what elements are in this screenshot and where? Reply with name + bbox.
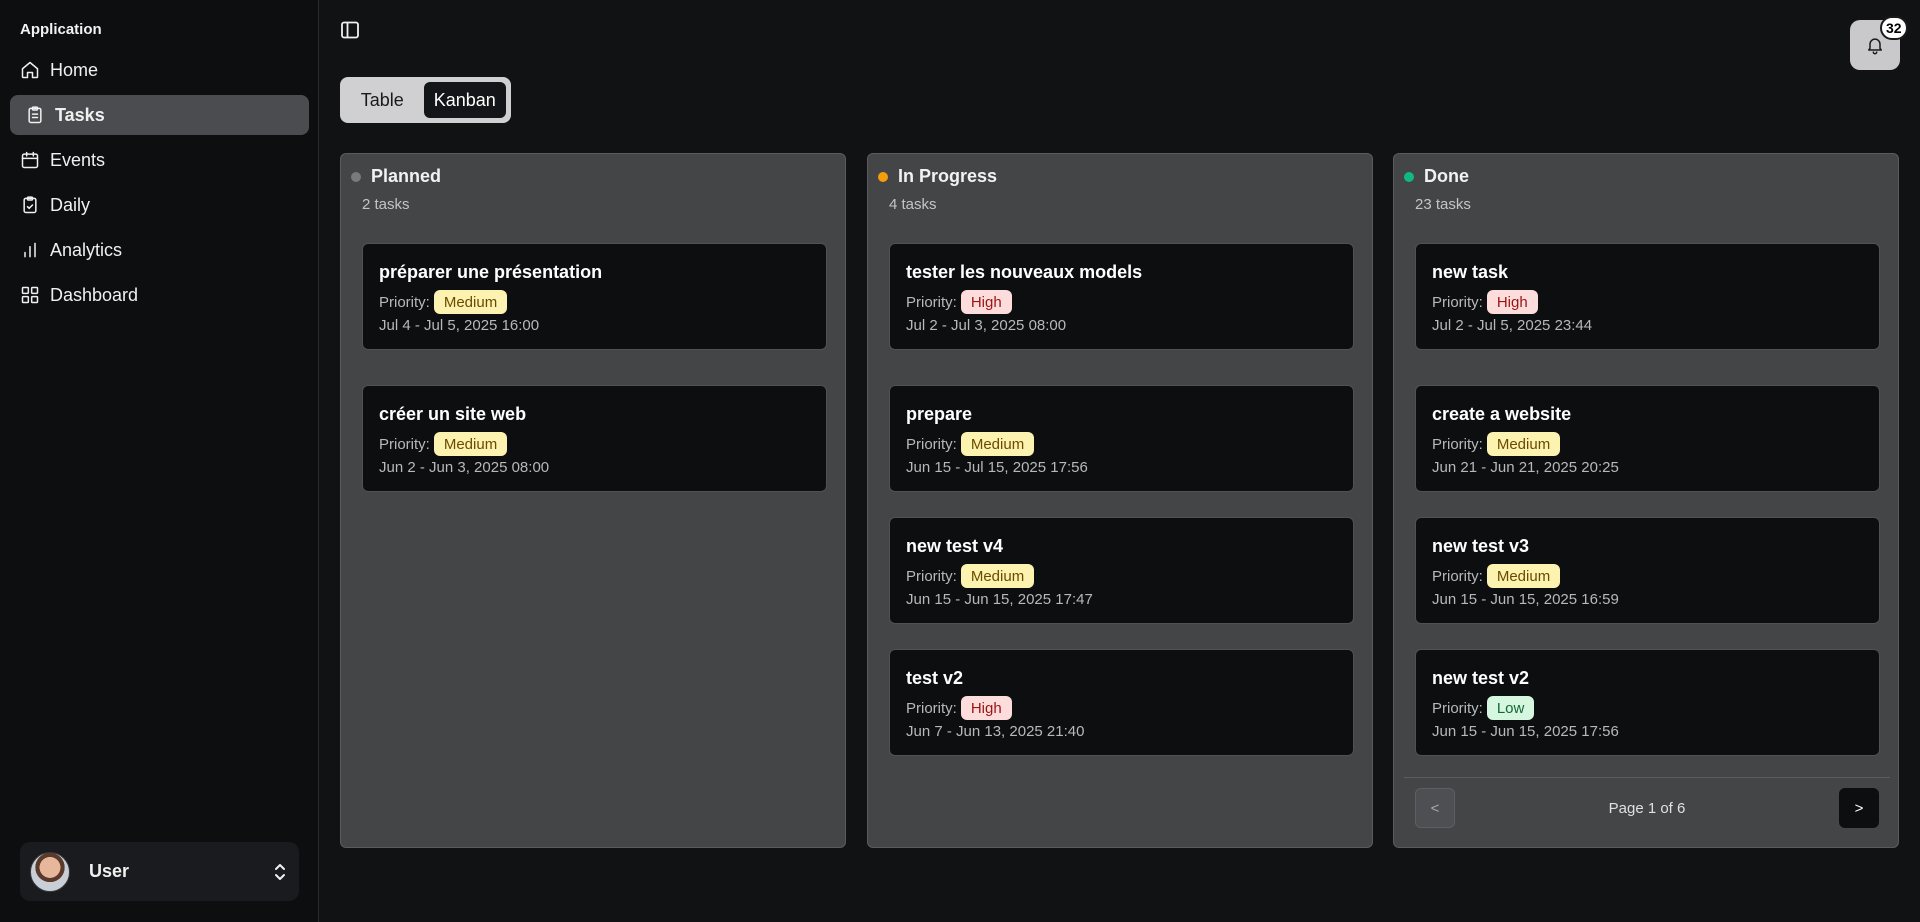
task-title: new test v4 <box>906 536 1004 556</box>
task-card[interactable]: new test v4 Priority: Medium Jun 15 - Jun… <box>889 517 1354 624</box>
status-dot <box>1404 171 1414 182</box>
sidebar-item-label: Dashboard <box>50 284 139 305</box>
sidebar-item-events[interactable]: Events <box>10 140 309 180</box>
task-date: Jun 15 - Jun 15, 2025 17:47 <box>906 591 1093 608</box>
sidebar-item-daily[interactable]: Daily <box>10 185 309 225</box>
column-title: Planned <box>371 166 442 186</box>
task-date: Jun 15 - Jun 15, 2025 17:56 <box>1432 723 1619 740</box>
task-title: new test v3 <box>1432 536 1530 556</box>
task-date: Jun 2 - Jun 3, 2025 08:00 <box>379 459 550 476</box>
kanban-column-planned: Planned 2 tasks préparer une présentatio… <box>340 153 846 848</box>
sidebar-item-dashboard[interactable]: Dashboard <box>10 275 309 315</box>
app-label: Application <box>20 21 102 38</box>
user-name: User <box>89 861 130 881</box>
sidebar-item-tasks[interactable]: Tasks <box>10 95 309 135</box>
priority-label: Priority: <box>1432 567 1483 585</box>
user-menu[interactable]: User <box>20 842 299 901</box>
kanban-column-in-progress: In Progress 4 tasks tester les nouveaux … <box>867 153 1373 848</box>
priority-label: Priority: <box>379 435 430 453</box>
previous-page-button[interactable]: < <box>1415 788 1455 828</box>
task-date: Jun 15 - Jun 15, 2025 16:59 <box>1432 591 1619 608</box>
task-title: new task <box>1432 262 1509 282</box>
sidebar: Application Home Tasks Events Daily Anal… <box>0 0 319 922</box>
task-card[interactable]: new task Priority: High Jul 2 - Jul 5, 20… <box>1415 243 1880 350</box>
task-card[interactable]: new test v3 Priority: Medium Jun 15 - Jun… <box>1415 517 1880 624</box>
task-title: new test v2 <box>1432 668 1530 688</box>
bell-icon <box>1865 35 1885 55</box>
task-date: Jun 21 - Jun 21, 2025 20:25 <box>1432 459 1619 476</box>
column-title: Done <box>1424 166 1469 186</box>
task-title: tester les nouveaux models <box>906 262 1143 282</box>
priority-badge: Medium <box>433 290 508 314</box>
bar-chart-icon <box>20 240 40 260</box>
task-date: Jul 2 - Jul 3, 2025 08:00 <box>906 317 1067 334</box>
sidebar-item-label: Tasks <box>55 104 105 125</box>
sidebar-item-label: Analytics <box>50 239 123 260</box>
priority-badge: Medium <box>433 432 508 456</box>
column-task-count: 23 tasks <box>1415 196 1471 213</box>
task-title: préparer une présentation <box>379 262 603 282</box>
view-toggle: Table Kanban <box>340 77 511 123</box>
status-dot <box>351 171 361 182</box>
priority-label: Priority: <box>1432 293 1483 311</box>
sidebar-item-label: Home <box>50 59 99 80</box>
priority-label: Priority: <box>906 699 957 717</box>
sidebar-item-label: Events <box>50 149 106 170</box>
priority-badge: Low <box>1486 696 1535 720</box>
priority-badge: Medium <box>960 564 1035 588</box>
task-date: Jul 2 - Jul 5, 2025 23:44 <box>1432 317 1593 334</box>
pagination-divider <box>1404 777 1890 778</box>
task-card[interactable]: tester les nouveaux models Priority: High… <box>889 243 1354 350</box>
priority-label: Priority: <box>906 435 957 453</box>
priority-label: Priority: <box>906 567 957 585</box>
column-title: In Progress <box>898 166 998 186</box>
priority-badge: High <box>960 290 1012 314</box>
status-dot <box>878 171 888 182</box>
column-task-count: 2 tasks <box>362 196 410 213</box>
task-card[interactable]: préparer une présentation Priority: Mediu… <box>362 243 827 350</box>
task-title: test v2 <box>906 668 964 688</box>
task-date: Jun 7 - Jun 13, 2025 21:40 <box>906 723 1085 740</box>
task-card[interactable]: créer un site web Priority: Medium Jun 2 … <box>362 385 827 492</box>
dashboard-icon <box>20 285 40 305</box>
priority-label: Priority: <box>1432 699 1483 717</box>
sidebar-item-analytics[interactable]: Analytics <box>10 230 309 270</box>
priority-badge: Medium <box>960 432 1035 456</box>
priority-badge: High <box>1486 290 1538 314</box>
task-card[interactable]: create a website Priority: Medium Jun 21 … <box>1415 385 1880 492</box>
sidebar-toggle-icon[interactable] <box>340 20 360 40</box>
priority-label: Priority: <box>379 293 430 311</box>
priority-label: Priority: <box>906 293 957 311</box>
task-date: Jun 15 - Jul 15, 2025 17:56 <box>906 459 1088 476</box>
task-title: create a website <box>1432 404 1572 424</box>
pagination-text: Page 1 of 6 <box>1608 800 1686 817</box>
next-page-button[interactable]: > <box>1839 788 1879 828</box>
clipboard-icon <box>25 105 45 125</box>
table-view-button[interactable]: Table <box>345 82 420 118</box>
notification-badge: 32 <box>1880 16 1908 40</box>
priority-badge: Medium <box>1486 432 1561 456</box>
chevron-up-down-icon <box>273 862 287 882</box>
home-icon <box>20 60 40 80</box>
priority-label: Priority: <box>1432 435 1483 453</box>
kanban-column-done: Done 23 tasks new task Priority: High Jul… <box>1393 153 1899 848</box>
sidebar-item-label: Daily <box>50 194 91 215</box>
task-date: Jul 4 - Jul 5, 2025 16:00 <box>379 317 540 334</box>
task-card[interactable]: prepare Priority: Medium Jun 15 - Jul 15,… <box>889 385 1354 492</box>
task-title: prepare <box>906 404 973 424</box>
task-title: créer un site web <box>379 404 527 424</box>
sidebar-nav: Home Tasks Events Daily Analytics Dashbo… <box>10 50 309 320</box>
task-card[interactable]: new test v2 Priority: Low Jun 15 - Jun 15… <box>1415 649 1880 756</box>
column-task-count: 4 tasks <box>889 196 937 213</box>
priority-badge: High <box>960 696 1012 720</box>
avatar <box>30 851 70 892</box>
calendar-check-icon <box>20 195 40 215</box>
kanban-view-button[interactable]: Kanban <box>423 82 506 118</box>
sidebar-item-home[interactable]: Home <box>10 50 309 90</box>
priority-badge: Medium <box>1486 564 1561 588</box>
calendar-icon <box>20 150 40 170</box>
task-card[interactable]: test v2 Priority: High Jun 7 - Jun 13, 20… <box>889 649 1354 756</box>
